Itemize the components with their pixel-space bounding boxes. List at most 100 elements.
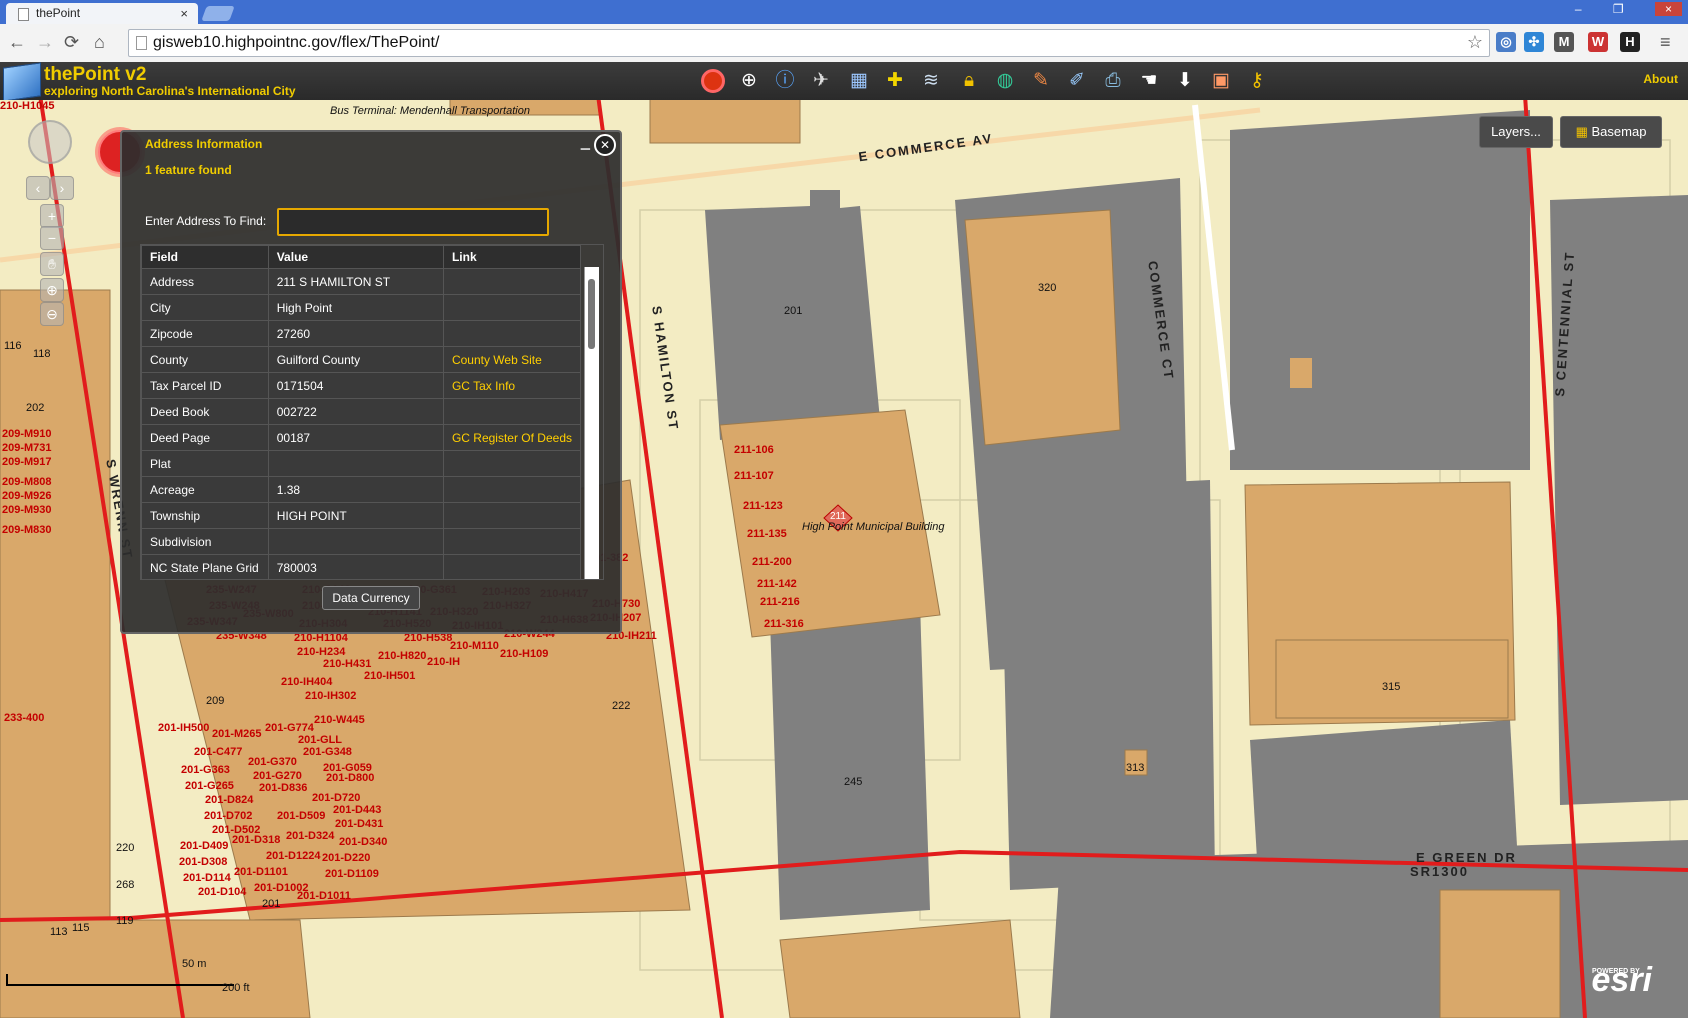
measure-icon[interactable]: ✈ <box>806 66 836 96</box>
data-currency-button[interactable]: Data Currency <box>322 586 420 610</box>
link-cell[interactable]: County Web Site <box>442 346 582 373</box>
table-row: Township HIGH POINT <box>141 502 582 529</box>
zoom-in-icon[interactable]: + <box>40 204 64 228</box>
link-cell <box>442 450 582 477</box>
field-cell: Tax Parcel ID <box>141 372 269 399</box>
parcel-label: 201-D324 <box>286 830 335 842</box>
link-cell[interactable]: GC Tax Info <box>442 372 582 399</box>
draw-icon[interactable]: ✎ <box>1026 66 1056 96</box>
tab-close-icon[interactable]: × <box>180 3 188 24</box>
key-icon[interactable]: ⚷ <box>1242 66 1272 96</box>
zoom-out-icon[interactable]: − <box>40 226 64 250</box>
browser-toolbar: ← → ⟳ ⌂ gisweb10.highpointnc.gov/flex/Th… <box>0 24 1688 63</box>
reload-icon[interactable]: ⟳ <box>64 32 79 53</box>
table-row: Subdivision <box>141 528 582 555</box>
field-cell: NC State Plane Grid <box>141 554 269 579</box>
extension-icon[interactable]: H <box>1620 32 1640 52</box>
parcel-label: 201-D1011 <box>297 890 351 902</box>
window-minmax[interactable]: ‒ ❐ <box>1575 2 1638 16</box>
navigate-icon[interactable]: ✚ <box>880 66 910 96</box>
parcel-label: 211-135 <box>747 528 787 540</box>
link-cell[interactable]: GC Register Of Deeds <box>442 424 582 451</box>
table-row: Deed Book 002722 <box>141 398 582 425</box>
menu-icon[interactable]: ≡ <box>1660 32 1671 53</box>
link-cell <box>442 268 582 295</box>
pan-right-icon[interactable]: › <box>50 176 74 200</box>
building-number: 268 <box>116 879 135 891</box>
gmail-extension-icon[interactable]: M <box>1554 32 1574 52</box>
address-input[interactable] <box>277 208 549 236</box>
new-tab-button[interactable] <box>201 6 235 21</box>
field-cell: City <box>141 294 269 321</box>
parcel-label: 211-106 <box>734 444 774 456</box>
pan-wheel-icon[interactable] <box>28 120 72 164</box>
field-cell: Subdivision <box>141 528 269 555</box>
pan-left-icon[interactable]: ‹ <box>26 176 50 200</box>
back-icon[interactable]: ← <box>8 32 26 53</box>
extension-icon[interactable]: W <box>1588 32 1608 52</box>
layers-button[interactable]: Layers... <box>1479 116 1553 148</box>
parcel-label: 209-M731 <box>2 442 52 454</box>
parcel-label: 201-G265 <box>185 780 234 792</box>
print-icon[interactable]: ⎙ <box>1098 66 1128 96</box>
lock-icon[interactable]: 🔒︎ <box>954 66 984 96</box>
value-cell <box>267 528 444 555</box>
table-icon[interactable]: ▦ <box>844 66 874 96</box>
layers-stack-icon[interactable]: ≋ <box>916 66 946 96</box>
extension-icon[interactable]: ◎ <box>1496 32 1516 52</box>
page-icon <box>18 8 29 21</box>
close-icon[interactable]: ✕ <box>594 134 616 156</box>
building-number: 201 <box>262 898 281 910</box>
esri-logo: esri <box>1591 961 1653 999</box>
download-icon[interactable]: ⬇ <box>1170 66 1200 96</box>
window-close-button[interactable]: × <box>1654 2 1682 16</box>
home-icon[interactable]: ⌂ <box>94 32 105 53</box>
globe-icon[interactable]: ◍ <box>990 66 1020 96</box>
column-header: Value <box>267 245 444 269</box>
info-icon[interactable]: ⓘ <box>770 66 800 96</box>
scale-bar <box>6 974 234 986</box>
pointer-icon[interactable]: ☚ <box>1134 66 1164 96</box>
crosshair-icon[interactable]: ⊕ <box>734 66 764 96</box>
parcel-label: 209-M926 <box>2 490 52 502</box>
building-number: 315 <box>1382 681 1401 693</box>
table-scrollbar[interactable] <box>584 267 599 579</box>
parcel-label: 210-H431 <box>323 658 372 670</box>
report-icon[interactable]: ▣ <box>1206 66 1236 96</box>
street-label: E GREEN DR <box>1416 850 1517 865</box>
table-row: Address 211 S HAMILTON ST <box>141 268 582 295</box>
field-cell: Deed Book <box>141 398 269 425</box>
field-cell: Acreage <box>141 476 269 503</box>
window-controls[interactable]: ‒ ❐ × <box>1575 2 1682 16</box>
address-bar[interactable]: gisweb10.highpointnc.gov/flex/ThePoint/ … <box>128 29 1490 57</box>
edit-icon[interactable]: ✐ <box>1062 66 1092 96</box>
parcel-label: 201-D1109 <box>325 868 379 880</box>
value-cell <box>267 450 444 477</box>
basemap-button[interactable]: ▦ Basemap <box>1560 116 1662 148</box>
parcel-label: 201-G363 <box>181 764 230 776</box>
parcel-label: 201-D1101 <box>234 866 288 878</box>
extension-icon[interactable]: ✣ <box>1524 32 1544 52</box>
forward-icon[interactable]: → <box>36 32 54 53</box>
zoom-in-box-icon[interactable]: ⊕ <box>40 278 64 302</box>
locate-icon[interactable] <box>698 66 728 96</box>
parcel-label: 210-H820 <box>378 650 427 662</box>
zoom-out-box-icon[interactable]: ⊖ <box>40 302 64 326</box>
value-cell: 002722 <box>267 398 444 425</box>
bookmark-star-icon[interactable]: ☆ <box>1467 32 1483 53</box>
parcel-label: 201-D114 <box>183 872 231 884</box>
browser-tab[interactable]: thePoint × <box>6 3 198 24</box>
minimize-icon[interactable]: ▁ <box>581 136 590 150</box>
municipal-building-label: High Point Municipal Building <box>802 521 945 533</box>
pan-hand-icon[interactable]: ✋︎ <box>40 252 64 276</box>
table-row: Acreage 1.38 <box>141 476 582 503</box>
basemap-label: Basemap <box>1591 124 1647 139</box>
basemap-icon: ▦ <box>1575 124 1588 139</box>
field-cell: Zipcode <box>141 320 269 347</box>
about-link[interactable]: About <box>1643 72 1678 86</box>
app-subtitle: exploring North Carolina's International… <box>44 84 296 98</box>
parcel-label: 209-M808 <box>2 476 52 488</box>
parcel-label: 209-M930 <box>2 504 52 516</box>
parcel-label: 201-M265 <box>212 728 262 740</box>
attribute-table: Field Value Link Address 211 S HAMILTON S… <box>140 244 604 580</box>
